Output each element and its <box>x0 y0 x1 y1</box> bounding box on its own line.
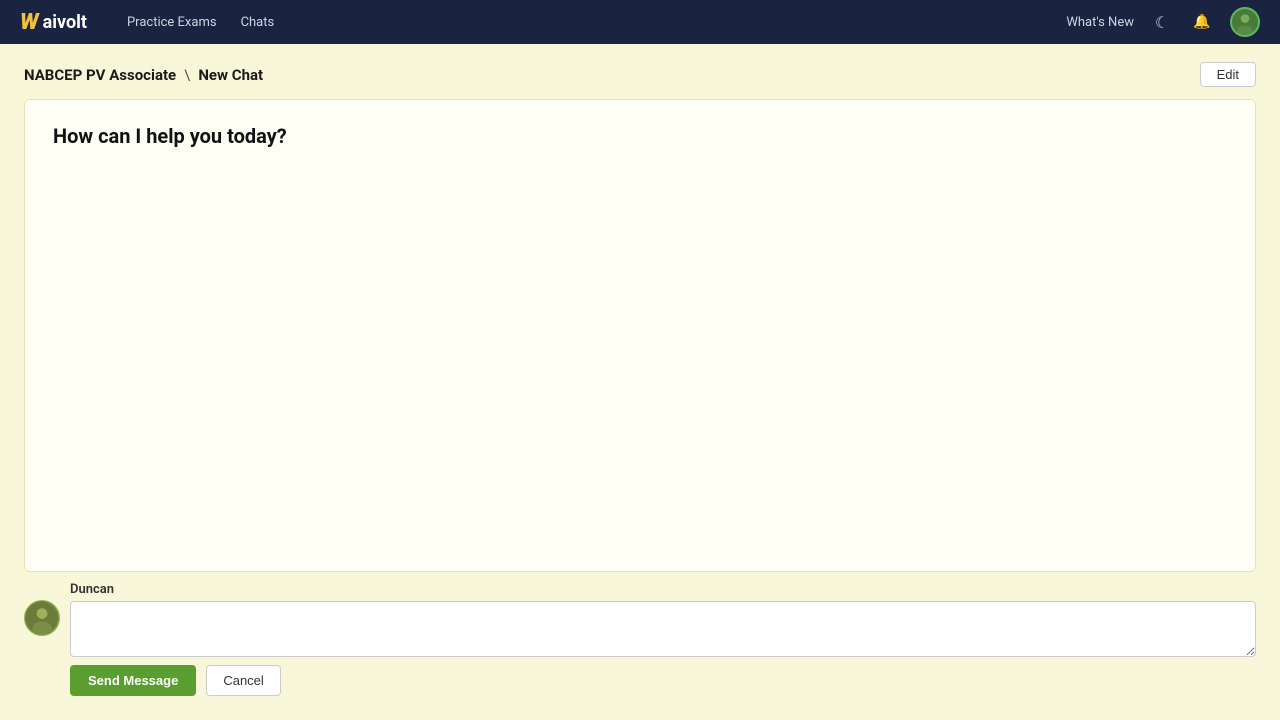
notifications-icon[interactable] <box>1190 10 1214 34</box>
chat-container: How can I help you today? <box>24 99 1256 572</box>
logo-text: aivolt <box>43 12 87 33</box>
logo[interactable]: W aivolt <box>20 10 87 35</box>
username-label: Duncan <box>70 582 1256 597</box>
chats-link[interactable]: Chats <box>241 15 275 30</box>
user-row: Duncan <box>24 582 1256 657</box>
user-input-avatar <box>24 600 60 636</box>
message-input[interactable] <box>70 601 1256 657</box>
whats-new-link[interactable]: What's New <box>1066 15 1134 30</box>
button-row: Send Message Cancel <box>24 665 1256 702</box>
dark-mode-icon[interactable] <box>1150 10 1174 34</box>
main-content: NABCEP PV Associate \ New Chat Edit How … <box>0 44 1280 720</box>
cancel-button[interactable]: Cancel <box>206 665 280 696</box>
breadcrumb-row: NABCEP PV Associate \ New Chat Edit <box>24 62 1256 87</box>
navbar: W aivolt Practice Exams Chats What's New <box>0 0 1280 44</box>
breadcrumb-parent: NABCEP PV Associate <box>24 66 176 84</box>
input-area: Duncan Send Message Cancel <box>24 572 1256 702</box>
user-avatar[interactable] <box>1230 7 1260 37</box>
breadcrumb: NABCEP PV Associate \ New Chat <box>24 66 263 84</box>
chat-greeting: How can I help you today? <box>53 124 1227 148</box>
user-input-block: Duncan <box>70 582 1256 657</box>
logo-w: W <box>20 10 39 35</box>
edit-button[interactable]: Edit <box>1200 62 1256 87</box>
send-message-button[interactable]: Send Message <box>70 665 196 696</box>
breadcrumb-separator: \ <box>184 66 190 84</box>
practice-exams-link[interactable]: Practice Exams <box>127 15 217 30</box>
breadcrumb-current: New Chat <box>198 66 263 84</box>
nav-right: What's New <box>1066 7 1260 37</box>
